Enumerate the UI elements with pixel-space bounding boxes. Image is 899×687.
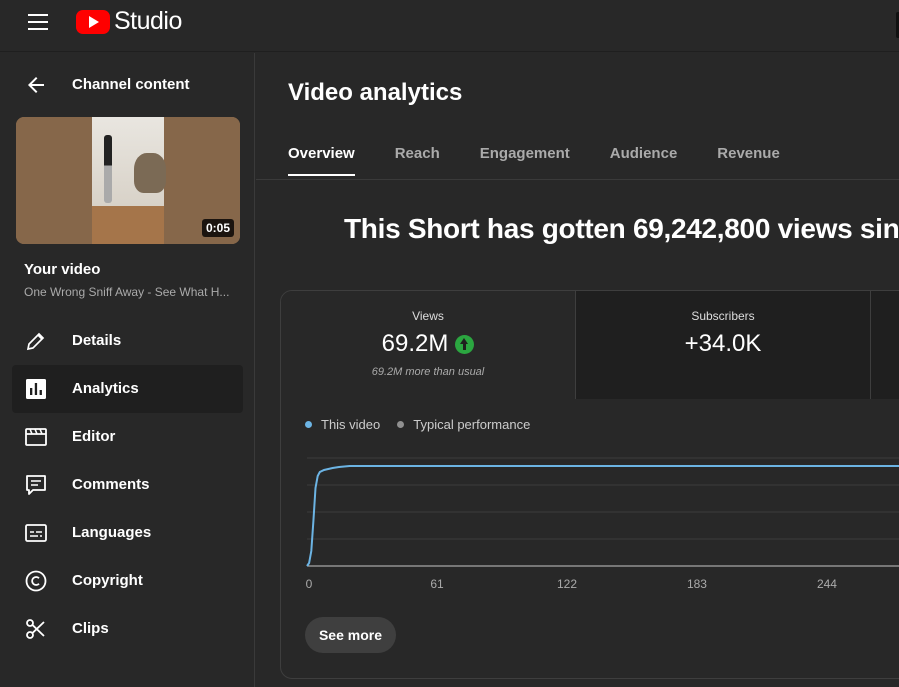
x-tick-label: 122 [557, 577, 577, 591]
series-line-this-video [306, 465, 899, 567]
studio-logo[interactable]: Studio [76, 7, 182, 36]
x-tick-label: 61 [430, 577, 444, 591]
duration-badge: 0:05 [201, 219, 234, 237]
sidebar-item-analytics[interactable]: Analytics [12, 365, 243, 413]
subscribers-metric[interactable]: Subscribers +34.0K [575, 291, 870, 399]
back-arrow-icon [28, 77, 44, 93]
chart-legend: This video Typical performance [305, 417, 547, 432]
channel-content-back-link[interactable]: Channel content [24, 73, 190, 97]
analytics-icon [26, 379, 46, 399]
sidebar-item-copyright[interactable]: Copyright [12, 557, 243, 605]
sidebar-item-label: Analytics [72, 380, 139, 397]
studio-logo-text: Studio [114, 7, 182, 35]
legend-typical: Typical performance [397, 417, 530, 432]
x-tick-label: 183 [687, 577, 707, 591]
sidebar-item-details[interactable]: Details [12, 317, 243, 365]
x-tick-label: 0 [306, 577, 313, 591]
subscribers-label: Subscribers [691, 309, 755, 323]
trend-up-icon [455, 334, 475, 354]
sidebar-item-comments[interactable]: Comments [12, 461, 243, 509]
sidebar-item-label: Clips [72, 620, 109, 637]
tab-overview[interactable]: Overview [288, 145, 355, 176]
tab-reach[interactable]: Reach [395, 145, 440, 176]
sidebar-item-label: Comments [72, 476, 150, 493]
sidebar-item-editor[interactable]: Editor [12, 413, 243, 461]
scissors-icon [26, 619, 45, 639]
top-bar: Studio [0, 0, 899, 52]
tab-revenue[interactable]: Revenue [717, 145, 780, 176]
legend-this-video: This video [305, 417, 380, 432]
views-label: Views [412, 309, 444, 323]
legend-typical-dot [397, 421, 405, 428]
clapperboard-icon [25, 428, 47, 446]
youtube-logo-icon [76, 9, 110, 34]
sidebar-item-clips[interactable]: Clips [12, 605, 243, 653]
sidebar-item-label: Languages [72, 524, 152, 541]
main-panel: Video analytics Overview Reach Engagemen… [256, 53, 899, 687]
legend-this-video-dot [305, 421, 312, 428]
views-headline: This Short has gotten 69,242,800 views s… [344, 213, 899, 244]
subtitles-icon [25, 524, 47, 542]
tab-divider [256, 179, 899, 180]
sidebar-item-label: Editor [72, 428, 116, 445]
comment-icon [26, 475, 46, 495]
copyright-icon [25, 570, 47, 592]
x-tick-label: 244 [817, 577, 837, 591]
sidebar: Channel content 0:05 Your video One Wron… [0, 53, 255, 687]
analytics-tabs: Overview Reach Engagement Audience Reven… [288, 145, 820, 176]
tab-audience[interactable]: Audience [610, 145, 678, 176]
menu-icon[interactable] [28, 14, 48, 30]
video-thumbnail[interactable]: 0:05 [16, 117, 240, 244]
sidebar-item-languages[interactable]: Languages [12, 509, 243, 557]
sidebar-item-label: Copyright [72, 572, 143, 589]
next-metric[interactable] [870, 291, 899, 399]
tab-engagement[interactable]: Engagement [480, 145, 570, 176]
sidebar-item-label: Details [72, 332, 122, 349]
page-title: Video analytics [288, 79, 463, 106]
metrics-card: Views 69.2M 69.2M more than usual Subscr… [280, 290, 899, 679]
pencil-icon [26, 332, 45, 351]
channel-content-label: Channel content [72, 76, 190, 93]
views-value: 69.2M [381, 330, 449, 357]
video-title[interactable]: One Wrong Sniff Away - See What H... [24, 285, 234, 299]
views-metric[interactable]: Views 69.2M 69.2M more than usual [281, 291, 575, 399]
see-more-button[interactable]: See more [305, 617, 396, 653]
subscribers-value: +34.0K [684, 330, 762, 357]
views-note: 69.2M more than usual [371, 366, 485, 378]
your-video-label: Your video [24, 261, 101, 278]
views-chart: 0 61 122 183 244 [306, 457, 899, 591]
